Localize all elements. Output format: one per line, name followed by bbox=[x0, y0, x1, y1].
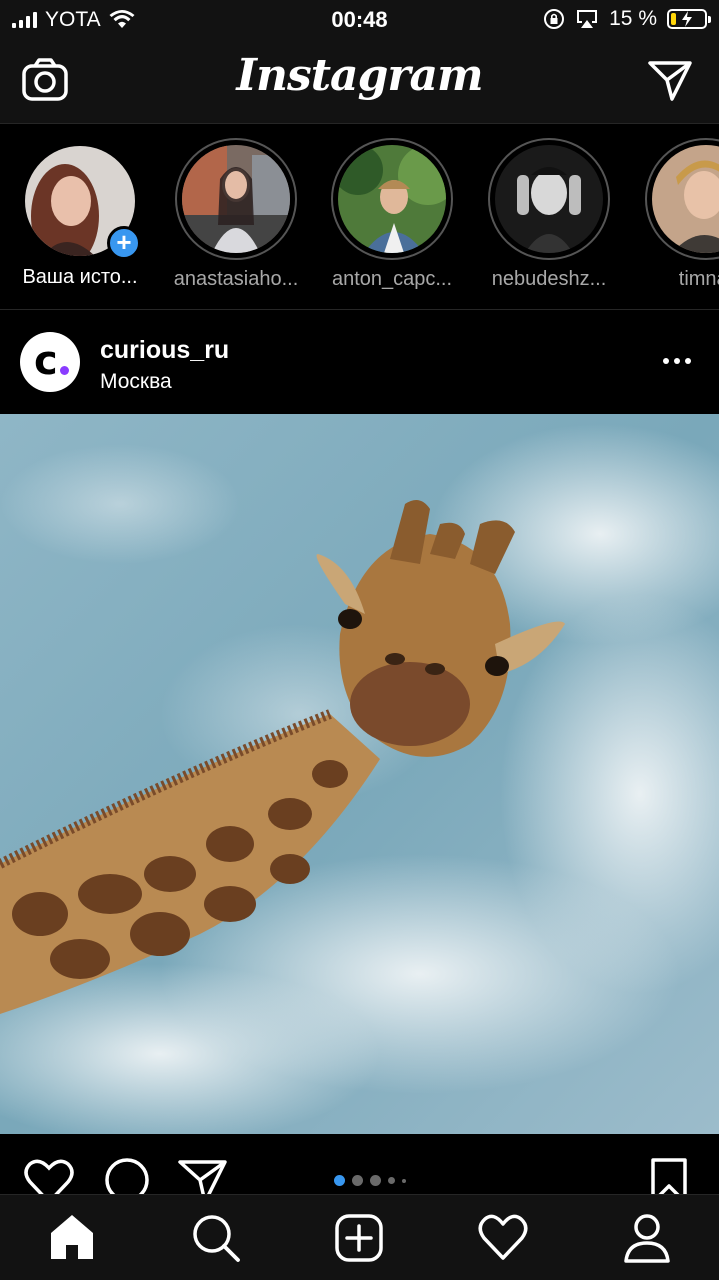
carousel-dot-active bbox=[334, 1175, 345, 1186]
post-location[interactable]: Москва bbox=[100, 370, 172, 394]
post-username[interactable]: curious_ru bbox=[100, 336, 229, 365]
activity-heart-icon[interactable] bbox=[478, 1213, 528, 1263]
add-story-icon[interactable]: + bbox=[107, 226, 141, 260]
story-username: anastasiaho... bbox=[173, 268, 299, 290]
avatar bbox=[338, 145, 446, 253]
profile-icon[interactable] bbox=[622, 1213, 672, 1263]
carousel-dot bbox=[388, 1177, 395, 1184]
direct-message-icon[interactable] bbox=[647, 58, 693, 102]
share-icon[interactable] bbox=[178, 1158, 228, 1194]
post-image[interactable] bbox=[0, 414, 719, 1134]
story-item[interactable]: anastasiaho... bbox=[158, 138, 314, 291]
comment-icon[interactable] bbox=[102, 1158, 152, 1194]
post-actions bbox=[0, 1134, 719, 1194]
story-own[interactable]: + Ваша исто... bbox=[2, 138, 158, 289]
carousel-dot bbox=[402, 1178, 406, 1183]
battery-percent: 15 % bbox=[609, 7, 657, 30]
carousel-dot bbox=[352, 1175, 363, 1186]
home-icon[interactable] bbox=[47, 1213, 97, 1263]
status-bar: YOTA 00:48 15 % bbox=[0, 0, 719, 40]
more-options-icon[interactable] bbox=[663, 358, 691, 364]
story-username: nebudeshz... bbox=[491, 268, 607, 290]
bookmark-icon[interactable] bbox=[650, 1158, 690, 1194]
story-username: timnat bbox=[678, 268, 719, 290]
rotation-lock-icon bbox=[544, 9, 565, 29]
avatar bbox=[182, 145, 290, 253]
avatar bbox=[495, 145, 603, 253]
carousel-indicator bbox=[334, 1175, 406, 1186]
search-icon[interactable] bbox=[191, 1213, 241, 1263]
battery-icon bbox=[667, 9, 711, 29]
carousel-dot bbox=[370, 1175, 381, 1186]
story-item[interactable]: nebudeshz... bbox=[471, 138, 627, 291]
stories-tray: + Ваша исто... anastasiaho... anton_capc… bbox=[0, 124, 719, 310]
avatar[interactable]: c bbox=[20, 332, 80, 392]
instagram-logo: Instagram bbox=[236, 50, 483, 101]
new-post-icon[interactable] bbox=[334, 1213, 384, 1263]
top-nav: Instagram bbox=[0, 40, 719, 124]
post-header: c curious_ru Москва bbox=[0, 310, 719, 414]
story-username: Ваша исто... bbox=[22, 266, 138, 288]
avatar bbox=[652, 145, 719, 253]
avatar-letter: c bbox=[34, 338, 58, 384]
airplay-icon bbox=[577, 10, 598, 28]
story-item[interactable]: timnat bbox=[628, 138, 719, 291]
story-item[interactable]: anton_capc... bbox=[314, 138, 470, 291]
like-heart-icon[interactable] bbox=[24, 1158, 74, 1194]
bottom-tab-bar bbox=[0, 1194, 719, 1280]
story-username: anton_capc... bbox=[331, 268, 453, 290]
status-right: 15 % bbox=[543, 7, 711, 31]
